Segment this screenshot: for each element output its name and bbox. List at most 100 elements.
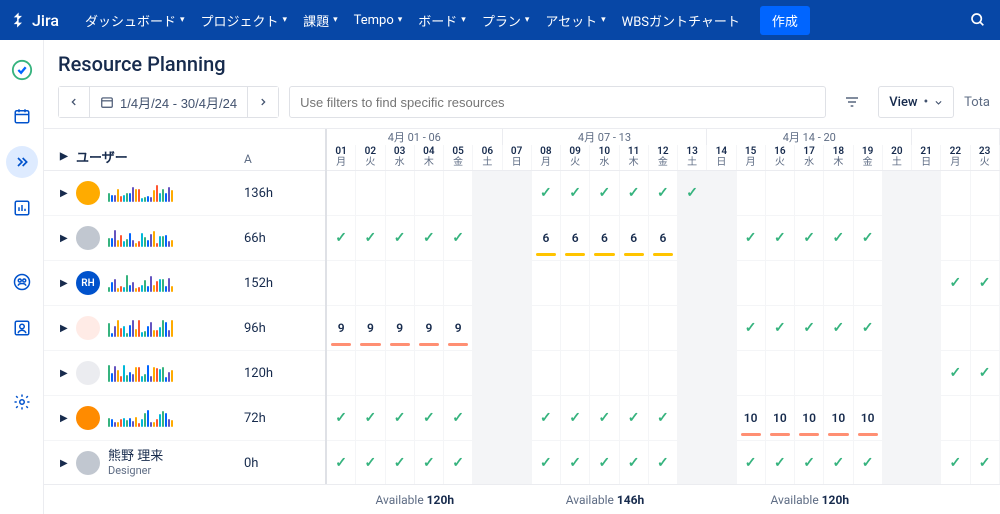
- calendar-cell[interactable]: [883, 261, 912, 305]
- expand-row-icon[interactable]: ▶: [60, 413, 68, 424]
- calendar-cell[interactable]: ✓: [824, 441, 853, 485]
- calendar-cell[interactable]: ✓: [737, 306, 766, 350]
- calendar-cell[interactable]: [473, 261, 502, 305]
- calendar-cell[interactable]: 6: [649, 216, 678, 260]
- calendar-cell[interactable]: [883, 306, 912, 350]
- calendar-cell[interactable]: [795, 171, 824, 215]
- calendar-cell[interactable]: ✓: [941, 441, 970, 485]
- calendar-cell[interactable]: [444, 261, 473, 305]
- calendar-cell[interactable]: [795, 351, 824, 395]
- expand-row-icon[interactable]: ▶: [60, 188, 68, 199]
- calendar-cell[interactable]: ✓: [386, 396, 415, 440]
- calendar-cell[interactable]: [707, 396, 736, 440]
- calendar-cell[interactable]: [649, 306, 678, 350]
- date-range-button[interactable]: 1/4月/24 - 30/4月/24: [89, 87, 247, 117]
- avatar[interactable]: [76, 451, 100, 475]
- avatar[interactable]: [76, 226, 100, 250]
- calendar-cell[interactable]: 10: [795, 396, 824, 440]
- calendar-cell[interactable]: [473, 351, 502, 395]
- calendar-cell[interactable]: 9: [386, 306, 415, 350]
- calendar-cell[interactable]: [883, 351, 912, 395]
- calendar-cell[interactable]: ✓: [356, 396, 385, 440]
- calendar-cell[interactable]: ✓: [854, 441, 883, 485]
- calendar-cell[interactable]: ✓: [590, 441, 619, 485]
- calendar-cell[interactable]: [444, 171, 473, 215]
- rail-user-icon[interactable]: [6, 312, 38, 344]
- calendar-cell[interactable]: ✓: [649, 171, 678, 215]
- expand-row-icon[interactable]: ▶: [60, 278, 68, 289]
- calendar-cell[interactable]: [503, 261, 532, 305]
- calendar-cell[interactable]: ✓: [941, 261, 970, 305]
- calendar-cell[interactable]: [824, 171, 853, 215]
- expand-row-icon[interactable]: ▶: [60, 458, 68, 469]
- calendar-cell[interactable]: 6: [561, 216, 590, 260]
- calendar-cell[interactable]: ✓: [561, 441, 590, 485]
- calendar-cell[interactable]: ✓: [766, 441, 795, 485]
- avatar[interactable]: [76, 181, 100, 205]
- calendar-cell[interactable]: [444, 351, 473, 395]
- calendar-cell[interactable]: [327, 261, 356, 305]
- calendar-cell[interactable]: [503, 171, 532, 215]
- calendar-cell[interactable]: [912, 441, 941, 485]
- calendar-cell[interactable]: ✓: [327, 441, 356, 485]
- calendar-cell[interactable]: ✓: [561, 396, 590, 440]
- calendar-cell[interactable]: [737, 261, 766, 305]
- calendar-cell[interactable]: [941, 171, 970, 215]
- expand-row-icon[interactable]: ▶: [60, 368, 68, 379]
- calendar-cell[interactable]: [386, 351, 415, 395]
- calendar-cell[interactable]: [386, 261, 415, 305]
- rail-team-icon[interactable]: [6, 266, 38, 298]
- calendar-cell[interactable]: 9: [444, 306, 473, 350]
- prev-button[interactable]: [59, 87, 89, 117]
- calendar-cell[interactable]: 6: [620, 216, 649, 260]
- calendar-cell[interactable]: [415, 261, 444, 305]
- view-button[interactable]: View •: [878, 86, 954, 118]
- avatar[interactable]: [76, 316, 100, 340]
- calendar-cell[interactable]: ✓: [795, 441, 824, 485]
- calendar-cell[interactable]: ✓: [590, 396, 619, 440]
- calendar-cell[interactable]: [620, 261, 649, 305]
- calendar-cell[interactable]: [327, 351, 356, 395]
- calendar-cell[interactable]: [971, 396, 1000, 440]
- rail-expand-icon[interactable]: [6, 146, 38, 178]
- calendar-cell[interactable]: [941, 396, 970, 440]
- rail-chart-icon[interactable]: [6, 192, 38, 224]
- calendar-cell[interactable]: ✓: [854, 306, 883, 350]
- calendar-cell[interactable]: [971, 171, 1000, 215]
- calendar-cell[interactable]: ✓: [415, 216, 444, 260]
- calendar-cell[interactable]: 10: [824, 396, 853, 440]
- avatar[interactable]: RH: [76, 271, 100, 295]
- calendar-cell[interactable]: [590, 351, 619, 395]
- calendar-cell[interactable]: ✓: [356, 441, 385, 485]
- calendar-cell[interactable]: ✓: [766, 306, 795, 350]
- calendar-cell[interactable]: ✓: [766, 216, 795, 260]
- calendar-cell[interactable]: ✓: [737, 441, 766, 485]
- calendar-cell[interactable]: [620, 351, 649, 395]
- calendar-cell[interactable]: [678, 396, 707, 440]
- calendar-cell[interactable]: ✓: [386, 441, 415, 485]
- calendar-cell[interactable]: [883, 441, 912, 485]
- calendar-cell[interactable]: ✓: [737, 216, 766, 260]
- calendar-cell[interactable]: [912, 261, 941, 305]
- calendar-cell[interactable]: ✓: [386, 216, 415, 260]
- calendar-cell[interactable]: ✓: [941, 351, 970, 395]
- calendar-cell[interactable]: [854, 171, 883, 215]
- calendar-cell[interactable]: ✓: [824, 216, 853, 260]
- calendar-cell[interactable]: [386, 171, 415, 215]
- calendar-cell[interactable]: ✓: [590, 171, 619, 215]
- calendar-cell[interactable]: [912, 351, 941, 395]
- calendar-cell[interactable]: [649, 351, 678, 395]
- calendar-cell[interactable]: 9: [356, 306, 385, 350]
- calendar-cell[interactable]: [532, 306, 561, 350]
- calendar-cell[interactable]: ✓: [795, 216, 824, 260]
- expand-row-icon[interactable]: ▶: [60, 323, 68, 334]
- calendar-cell[interactable]: [503, 306, 532, 350]
- calendar-cell[interactable]: [912, 216, 941, 260]
- calendar-cell[interactable]: [473, 396, 502, 440]
- next-button[interactable]: [247, 87, 278, 117]
- calendar-cell[interactable]: ✓: [854, 216, 883, 260]
- calendar-cell[interactable]: [590, 306, 619, 350]
- calendar-cell[interactable]: ✓: [620, 396, 649, 440]
- filter-input[interactable]: [289, 86, 826, 118]
- calendar-cell[interactable]: ✓: [532, 441, 561, 485]
